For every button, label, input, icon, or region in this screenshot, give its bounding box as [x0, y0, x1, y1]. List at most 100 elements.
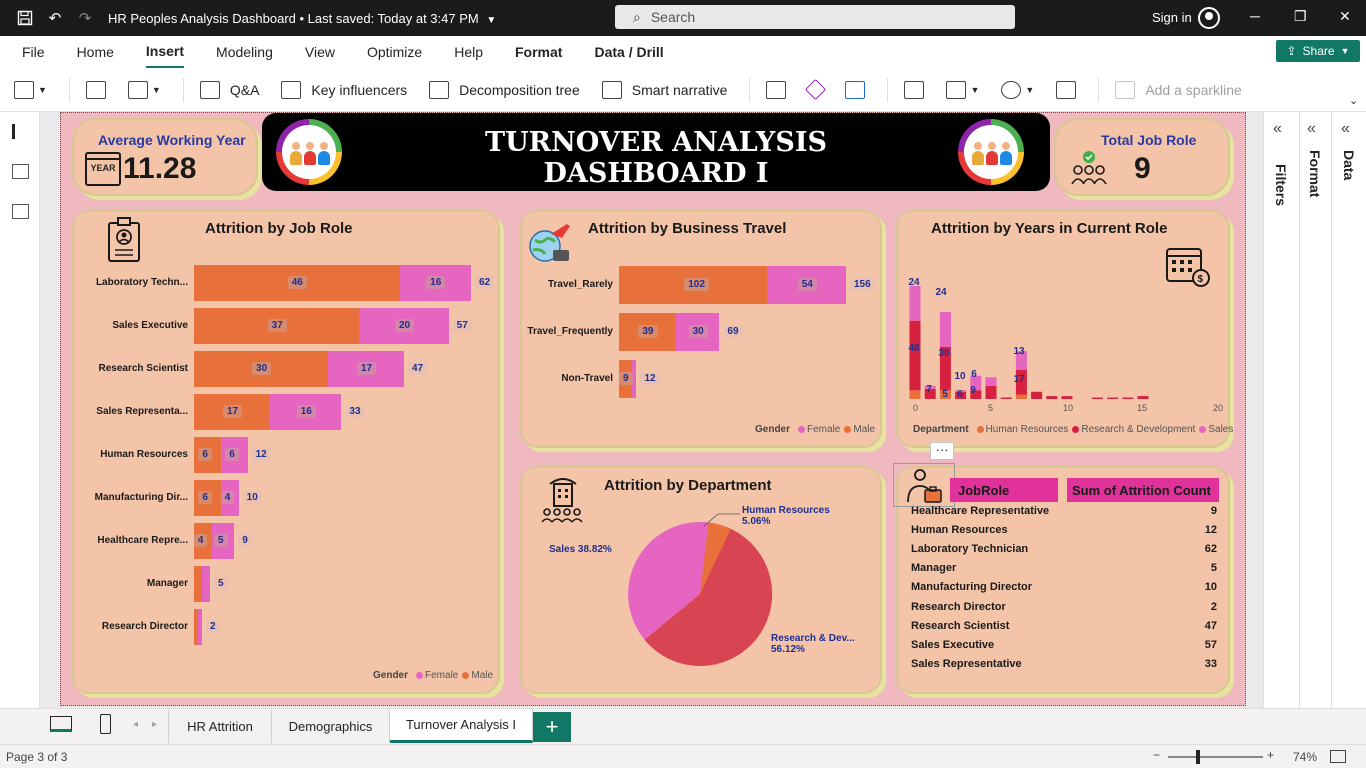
- table-row[interactable]: Research Scientist 47: [911, 616, 1217, 635]
- table-header-attrition-count[interactable]: Sum of Attrition Count: [1067, 478, 1219, 502]
- qa-button[interactable]: Q&A: [199, 80, 259, 99]
- table-row[interactable]: Human Resources 12: [911, 520, 1217, 539]
- fit-to-page-icon[interactable]: [1330, 750, 1346, 763]
- column-segment-sales[interactable]: [985, 377, 997, 386]
- legend-sales[interactable]: Sales: [1208, 424, 1233, 435]
- column-segment-hr[interactable]: [909, 390, 921, 399]
- menu-format[interactable]: Format: [515, 36, 562, 68]
- model-view-icon[interactable]: [12, 204, 29, 219]
- undo-icon[interactable]: ↶: [40, 0, 70, 36]
- tab-hr-attrition[interactable]: HR Attrition: [168, 709, 272, 743]
- column-segment-sales[interactable]: [939, 312, 951, 347]
- text-box-button[interactable]: [904, 80, 925, 99]
- filters-pane[interactable]: « Filters: [1263, 112, 1299, 708]
- restore-icon[interactable]: ❐: [1294, 8, 1307, 25]
- menu-insert[interactable]: Insert: [145, 36, 185, 68]
- desktop-layout-icon[interactable]: [50, 716, 72, 732]
- column-segment-rd[interactable]: [909, 320, 921, 391]
- bar-segment-male[interactable]: [194, 566, 202, 602]
- format-pane[interactable]: « Format: [1299, 112, 1331, 708]
- menu-file[interactable]: File: [22, 36, 45, 68]
- zoom-out-icon[interactable]: −: [1153, 748, 1160, 762]
- build-visual-button[interactable]: ▼: [127, 80, 161, 99]
- zoom-slider-thumb[interactable]: [1196, 750, 1200, 764]
- legend-male[interactable]: Male: [471, 670, 493, 681]
- more-options-icon[interactable]: ···: [930, 442, 954, 460]
- bar-segment-female[interactable]: [202, 566, 210, 602]
- next-page-icon[interactable]: ▸: [152, 719, 157, 730]
- buttons-button[interactable]: ▼: [946, 80, 979, 99]
- power-apps-button[interactable]: [805, 78, 827, 101]
- search-box[interactable]: ⌕ Search: [615, 5, 1015, 29]
- share-button[interactable]: ⇪ Share ▼: [1276, 40, 1360, 62]
- zoom-slider[interactable]: [1168, 750, 1263, 764]
- column-segment-rd[interactable]: [1061, 396, 1073, 399]
- table-row[interactable]: Laboratory Technician 62: [911, 539, 1217, 558]
- new-visual-button[interactable]: ▼: [14, 80, 47, 99]
- prev-page-icon[interactable]: ◂: [133, 719, 138, 730]
- table-row[interactable]: Sales Executive 57: [911, 635, 1217, 654]
- column-segment-rd[interactable]: [985, 385, 997, 399]
- legend-human-resources[interactable]: Human Resources: [986, 424, 1069, 435]
- legend-research-development[interactable]: Research & Development: [1081, 424, 1195, 435]
- table-row[interactable]: Manufacturing Director 10: [911, 578, 1217, 597]
- tab-demographics[interactable]: Demographics: [272, 709, 390, 743]
- add-sparkline-button[interactable]: Add a sparkline: [1115, 80, 1242, 99]
- menu-data-drill[interactable]: Data / Drill: [594, 36, 663, 68]
- column-segment-rd[interactable]: [1000, 397, 1012, 399]
- mobile-layout-icon[interactable]: [100, 714, 111, 734]
- minimize-icon[interactable]: ─: [1250, 8, 1260, 24]
- table-row[interactable]: Healthcare Representative 9: [911, 501, 1217, 520]
- collapse-ribbon-icon[interactable]: ⌄: [1349, 94, 1358, 107]
- column-segment-rd[interactable]: [1137, 396, 1149, 399]
- report-view-icon[interactable]: [12, 124, 29, 139]
- sign-in-link[interactable]: Sign in: [1152, 10, 1192, 25]
- column-segment-sales[interactable]: [909, 285, 921, 321]
- table-header-jobrole[interactable]: JobRole: [950, 478, 1058, 502]
- filters-pane-label[interactable]: Filters: [1273, 164, 1289, 206]
- shapes-button[interactable]: ▼: [1001, 80, 1034, 99]
- add-page-button[interactable]: +: [533, 712, 571, 742]
- close-icon[interactable]: ✕: [1339, 8, 1351, 25]
- save-icon[interactable]: [10, 0, 40, 36]
- team-check-icon: [1070, 150, 1108, 186]
- column-segment-hr[interactable]: [1015, 394, 1027, 399]
- menu-home[interactable]: Home: [77, 36, 114, 68]
- key-influencers-button[interactable]: Key influencers: [281, 80, 407, 99]
- power-automate-button[interactable]: [845, 80, 866, 99]
- column-segment-rd[interactable]: [1091, 397, 1103, 399]
- legend-male[interactable]: Male: [853, 424, 875, 435]
- menu-view[interactable]: View: [305, 36, 335, 68]
- image-button[interactable]: [1056, 80, 1077, 99]
- expand-format-icon[interactable]: «: [1307, 120, 1316, 138]
- format-pane-label[interactable]: Format: [1307, 150, 1323, 197]
- chevron-down-icon[interactable]: ▼: [486, 15, 496, 26]
- decomposition-tree-button[interactable]: Decomposition tree: [429, 80, 580, 99]
- table-row[interactable]: Sales Representative 33: [911, 655, 1217, 674]
- zoom-in-icon[interactable]: +: [1267, 748, 1274, 762]
- data-pane-label[interactable]: Data: [1341, 150, 1357, 180]
- legend-female[interactable]: Female: [425, 670, 458, 681]
- menu-help[interactable]: Help: [454, 36, 483, 68]
- column-segment-rd[interactable]: [1107, 397, 1119, 399]
- data-pane[interactable]: « Data: [1331, 112, 1366, 708]
- column-segment-rd[interactable]: [1031, 391, 1043, 399]
- table-row[interactable]: Research Director 2: [911, 597, 1217, 616]
- smart-narrative-button[interactable]: Smart narrative: [601, 80, 727, 99]
- bar-segment-female[interactable]: [632, 360, 637, 398]
- paginated-report-button[interactable]: [766, 80, 787, 99]
- table-row[interactable]: Manager 5: [911, 559, 1217, 578]
- column-segment-rd[interactable]: [1122, 397, 1134, 399]
- column-segment-rd[interactable]: [1046, 396, 1058, 399]
- expand-filters-icon[interactable]: «: [1273, 120, 1282, 138]
- bar-segment-female[interactable]: [198, 609, 202, 645]
- redo-icon[interactable]: ↷: [70, 0, 100, 36]
- menu-optimize[interactable]: Optimize: [367, 36, 422, 68]
- bar-chart-button[interactable]: [85, 80, 106, 99]
- avatar-icon[interactable]: [1198, 7, 1220, 29]
- legend-female[interactable]: Female: [807, 424, 840, 435]
- menu-modeling[interactable]: Modeling: [216, 36, 273, 68]
- expand-data-icon[interactable]: «: [1341, 120, 1350, 138]
- table-view-icon[interactable]: [12, 164, 29, 179]
- tab-turnover-analysis[interactable]: Turnover Analysis I: [390, 709, 533, 743]
